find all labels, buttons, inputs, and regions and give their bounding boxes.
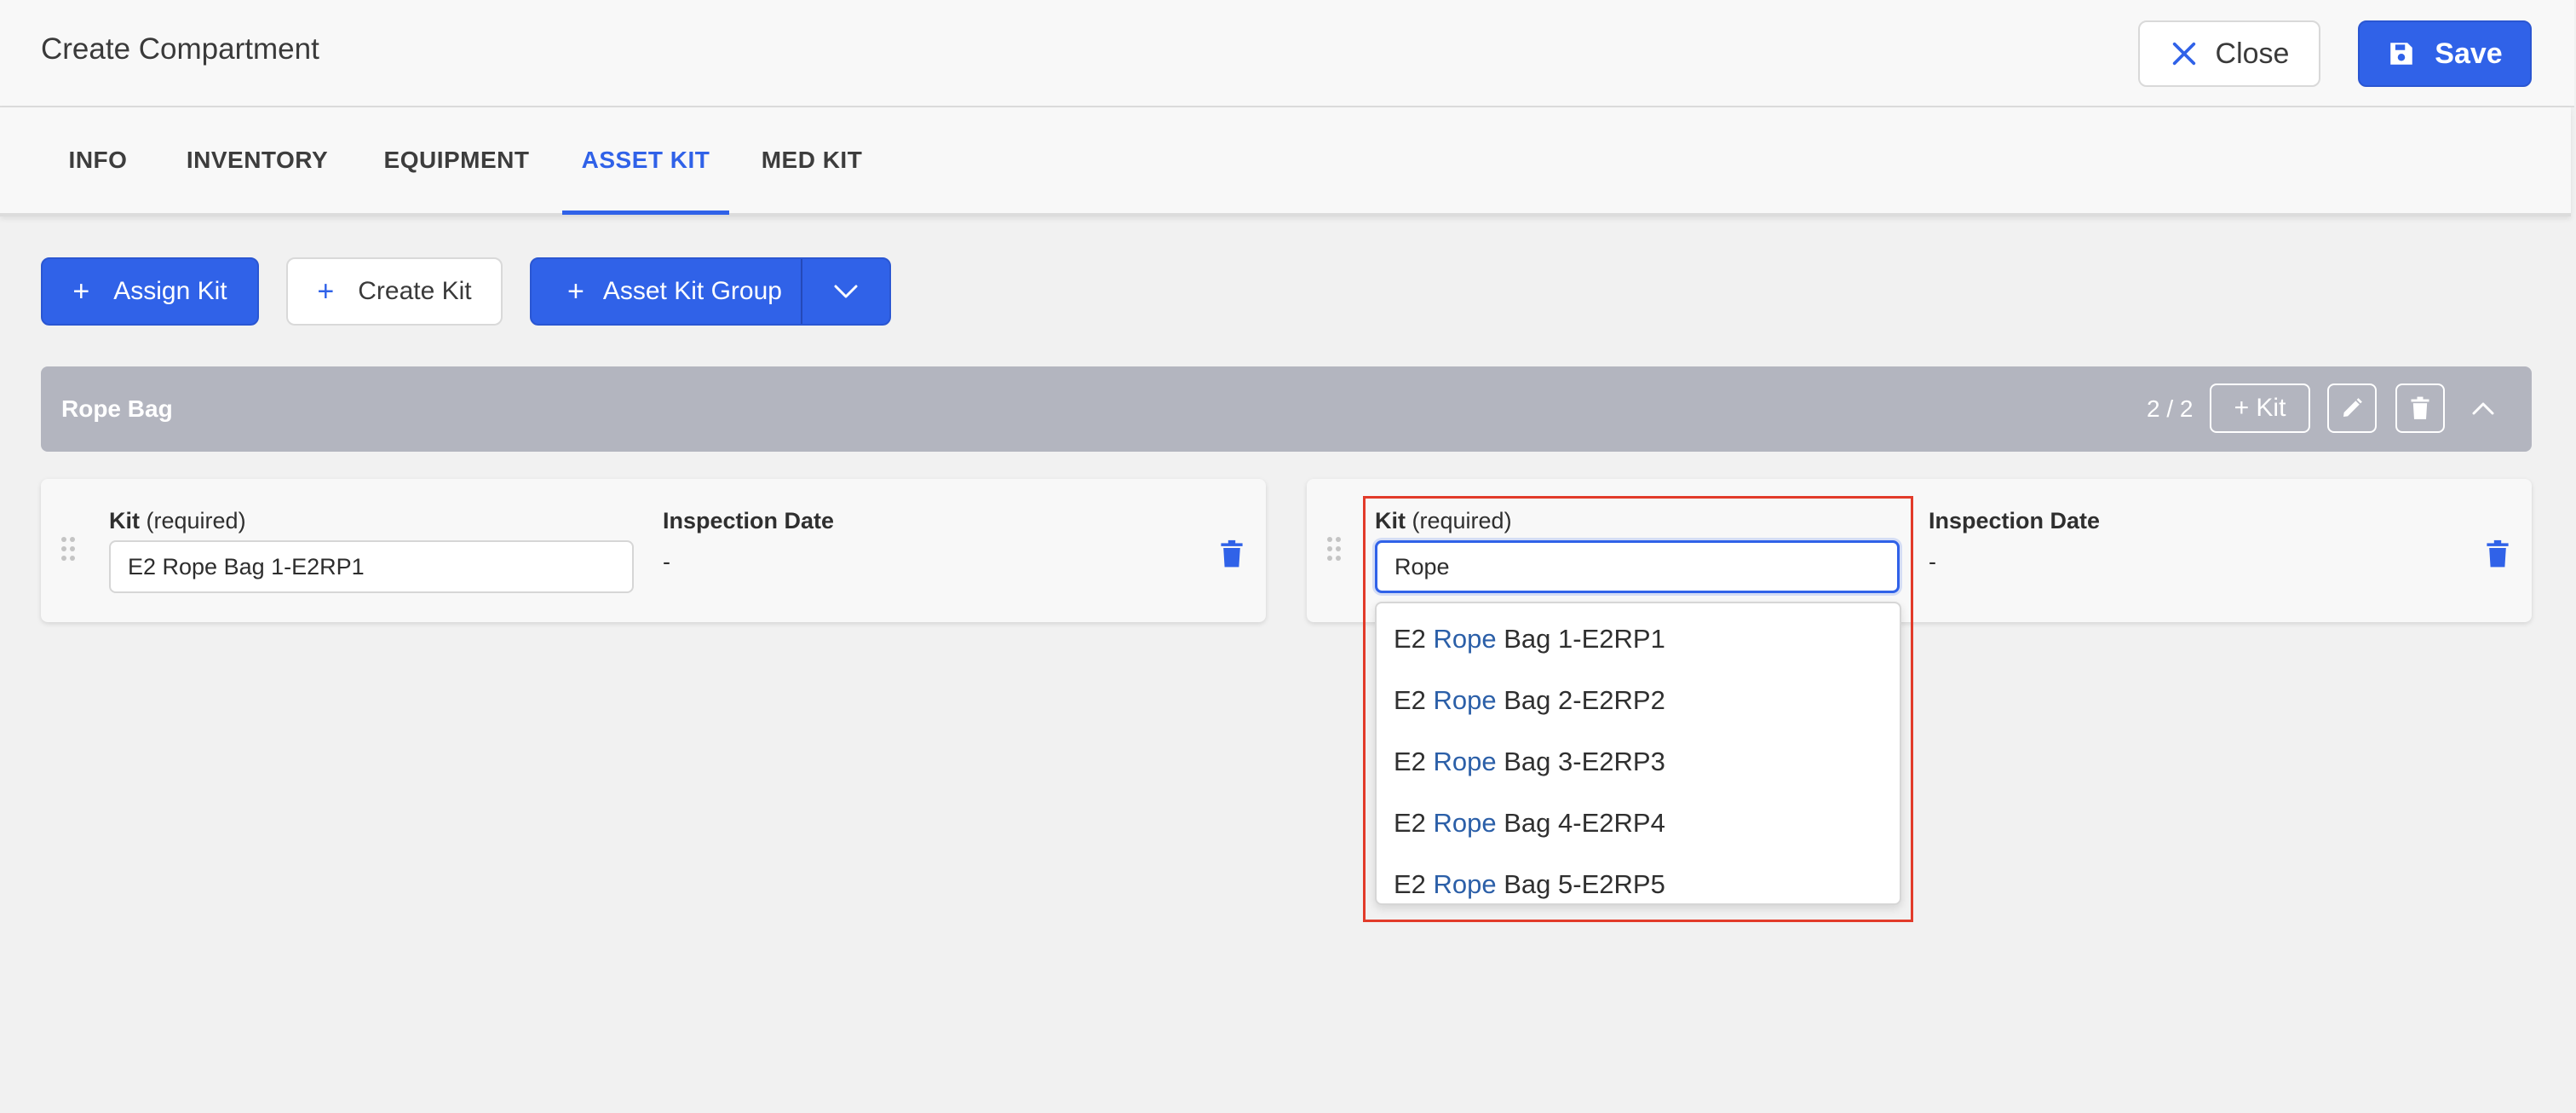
tab-inventory[interactable]: INVENTORY — [170, 107, 344, 213]
autocomplete-option[interactable]: E2 Rope Bag 2-E2RP2 — [1377, 670, 1900, 731]
group-kit-count: 2 / 2 — [2147, 395, 2194, 422]
chevron-down-icon — [834, 285, 858, 298]
assign-kit-button[interactable]: + Assign Kit — [41, 257, 259, 326]
page-title: Create Compartment — [41, 32, 319, 66]
tab-equipment[interactable]: EQUIPMENT — [361, 107, 552, 213]
create-kit-button[interactable]: + Create Kit — [286, 257, 503, 326]
kit-required-label: (required) — [146, 508, 246, 533]
inspection-date-value: - — [663, 549, 670, 574]
kit-field-label: Kit (required) — [1375, 508, 1512, 534]
asset-kit-group-button[interactable]: + Asset Kit Group — [532, 259, 802, 324]
add-kit-button[interactable]: + Kit — [2210, 383, 2310, 433]
pencil-icon — [2343, 398, 2362, 417]
kit-autocomplete-list: E2 Rope Bag 1-E2RP1 E2 Rope Bag 2-E2RP2 … — [1375, 602, 1901, 905]
autocomplete-option[interactable]: E2 Rope Bag 4-E2RP4 — [1377, 793, 1900, 854]
kit-required-label: (required) — [1412, 508, 1512, 533]
page-header: Create Compartment Close Save — [0, 0, 2574, 107]
delete-group-button[interactable] — [2395, 383, 2445, 433]
autocomplete-option[interactable]: E2 Rope Bag 3-E2RP3 — [1377, 731, 1900, 793]
trash-icon — [2411, 396, 2429, 419]
chevron-up-icon — [2472, 402, 2494, 415]
kit-label: Kit — [109, 508, 140, 533]
tab-asset-kit[interactable]: ASSET KIT — [562, 107, 729, 215]
group-title: Rope Bag — [61, 395, 173, 422]
kit-card: Kit (required) Inspection Date - — [41, 479, 1266, 622]
kit-card: Kit (required) Inspection Date - — [1307, 479, 2532, 622]
tab-bar: INFO INVENTORY EQUIPMENT ASSET KIT MED K… — [0, 107, 2571, 216]
asset-kit-group-dropdown-toggle[interactable] — [802, 259, 889, 324]
save-button[interactable]: Save — [2358, 20, 2532, 87]
kit-input[interactable] — [109, 540, 634, 593]
asset-kit-group-split-button: + Asset Kit Group — [530, 257, 891, 326]
close-button-label: Close — [2215, 37, 2290, 70]
assign-kit-label: Assign Kit — [113, 277, 227, 305]
close-button[interactable]: Close — [2138, 20, 2320, 87]
inspection-date-label: Inspection Date — [663, 508, 835, 533]
trash-icon[interactable] — [1220, 539, 1244, 569]
inspection-date-value: - — [1929, 549, 1936, 574]
drag-handle-icon[interactable] — [1325, 535, 1343, 562]
edit-group-button[interactable] — [2327, 383, 2377, 433]
autocomplete-option[interactable]: E2 Rope Bag 1-E2RP1 — [1377, 608, 1900, 670]
close-icon — [2172, 42, 2195, 66]
tab-info[interactable]: INFO — [43, 107, 153, 213]
create-kit-label: Create Kit — [358, 277, 472, 305]
kit-label: Kit — [1375, 508, 1406, 533]
tab-med-kit[interactable]: MED KIT — [743, 107, 881, 213]
plus-icon: + — [72, 275, 90, 308]
plus-icon: + — [317, 275, 335, 308]
kit-group-header: Rope Bag 2 / 2 + Kit — [41, 366, 2532, 452]
collapse-group-button[interactable] — [2458, 383, 2508, 433]
inspection-date-label: Inspection Date — [1929, 508, 2101, 533]
trash-icon[interactable] — [2486, 539, 2510, 569]
plus-icon: + — [567, 275, 584, 308]
drag-handle-icon[interactable] — [60, 535, 77, 562]
floppy-disk-icon — [2390, 43, 2413, 65]
kit-field-label: Kit (required) — [109, 508, 246, 534]
asset-kit-group-label: Asset Kit Group — [602, 277, 782, 305]
save-button-label: Save — [2435, 37, 2503, 70]
kit-search-input[interactable] — [1375, 540, 1900, 593]
autocomplete-option[interactable]: E2 Rope Bag 5-E2RP5 — [1377, 854, 1900, 915]
